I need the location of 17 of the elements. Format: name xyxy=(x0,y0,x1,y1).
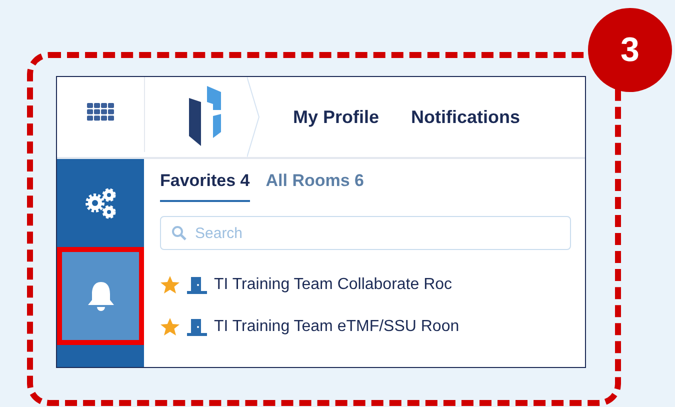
star-icon[interactable] xyxy=(160,276,180,294)
nav-link[interactable]: Notifications xyxy=(411,106,520,128)
door-icon xyxy=(186,276,208,294)
room-tab[interactable]: All Rooms 6 xyxy=(266,167,364,202)
room-name[interactable]: TI Training Team eTMF/SSU Roon xyxy=(214,318,460,336)
door-icon xyxy=(186,318,208,336)
room-name[interactable]: TI Training Team Collaborate Roc xyxy=(214,276,452,294)
search-field[interactable]: Search xyxy=(160,216,571,250)
gears-icon xyxy=(82,187,118,219)
room-tab[interactable]: Favorites 4 xyxy=(160,167,250,202)
app-grid-icon[interactable] xyxy=(86,103,114,121)
step-badge: 3 xyxy=(588,8,672,92)
nav-link[interactable]: My Profile xyxy=(293,106,380,128)
bell-icon xyxy=(86,280,116,312)
star-icon[interactable] xyxy=(160,318,180,336)
notifications-tab[interactable] xyxy=(57,247,144,345)
breadcrumb-chevron-icon xyxy=(247,77,261,157)
